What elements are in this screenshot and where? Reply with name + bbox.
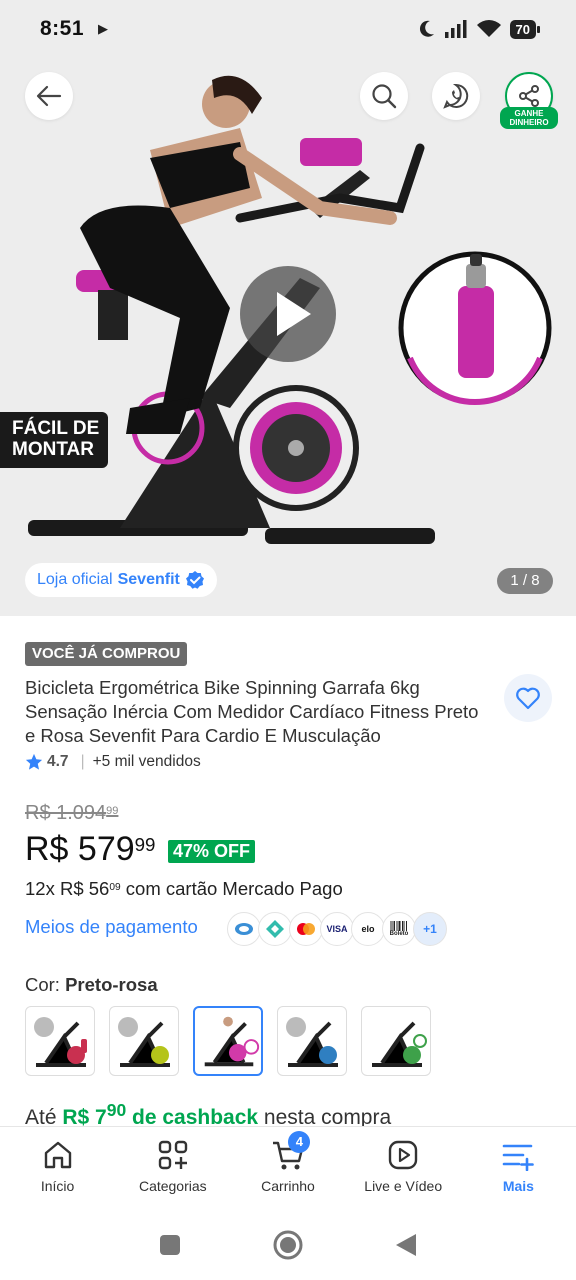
nav-live-video[interactable]: Live e Vídeo	[346, 1127, 461, 1210]
arrow-left-icon	[36, 85, 62, 107]
heart-icon	[516, 687, 540, 710]
boleto-label: Boleto	[389, 931, 409, 937]
nav-cart-label: Carrinho	[261, 1178, 315, 1194]
favorite-button[interactable]	[504, 674, 552, 722]
cashback-amount-cents: 90	[106, 1100, 127, 1120]
nav-more[interactable]: Mais	[461, 1127, 576, 1210]
share-icon	[519, 85, 539, 107]
image-counter: 1 / 8	[497, 568, 553, 594]
rating-score: 4.7	[47, 753, 69, 770]
nav-live-video-label: Live e Vídeo	[364, 1178, 443, 1194]
installment-amount: 12x R$ 56	[25, 878, 110, 899]
original-price: R$ 1.09499	[25, 802, 118, 825]
nav-cart[interactable]: 4 Carrinho	[230, 1127, 345, 1210]
color-option[interactable]	[361, 1006, 431, 1076]
play-video-button[interactable]	[240, 266, 336, 362]
original-price-main: R$ 1.094	[25, 802, 107, 824]
visa-icon: VISA	[320, 912, 354, 946]
bike-thumbnail	[34, 1017, 87, 1067]
original-price-cents: 99	[106, 804, 119, 817]
menu-plus-icon	[503, 1144, 535, 1171]
verified-icon	[185, 571, 204, 589]
product-gallery[interactable]: GANHE DINHEIRO FÁCIL DE MONTAR Loja ofic…	[0, 58, 576, 616]
recent-apps-icon[interactable]	[158, 1233, 182, 1257]
wifi-icon	[476, 20, 501, 37]
star-icon	[25, 753, 43, 770]
whatsapp-button[interactable]	[432, 72, 480, 120]
status-time: 8:51	[40, 17, 85, 40]
back-triangle-icon[interactable]	[394, 1232, 418, 1258]
nav-home-label: Início	[40, 1178, 75, 1194]
bike-thumbnail	[204, 1016, 260, 1067]
earn-money-badge: GANHE DINHEIRO	[500, 107, 558, 129]
home-icon	[44, 1141, 71, 1169]
color-swatches	[25, 1006, 431, 1076]
bank-card-icon	[227, 912, 261, 946]
purchased-badge: VOCÊ JÁ COMPROU	[25, 642, 188, 666]
visa-label: VISA	[326, 924, 348, 934]
status-bar: 8:51 ▶ 70	[0, 0, 576, 58]
current-price: R$ 57999	[25, 830, 155, 869]
whatsapp-icon	[443, 83, 469, 109]
sold-count: +5 mil vendidos	[92, 753, 201, 770]
elo-icon: elo	[351, 912, 385, 946]
selected-color-value: Preto-rosa	[65, 974, 158, 995]
nav-categories[interactable]: Categorias	[115, 1127, 230, 1210]
elo-label: elo	[361, 924, 375, 934]
nav-more-label: Mais	[502, 1178, 534, 1194]
do-not-disturb-icon	[419, 20, 434, 37]
video-icon	[389, 1140, 418, 1170]
search-button[interactable]	[360, 72, 408, 120]
bottom-navigation: Início Categorias 4 Carrinho Live e Víde…	[0, 1126, 576, 1210]
bike-thumbnail	[286, 1017, 338, 1067]
store-prefix: Loja oficial	[37, 571, 113, 588]
back-button[interactable]	[25, 72, 73, 120]
mastercard-icon	[289, 912, 323, 946]
easy-assembly-label: FÁCIL DE MONTAR	[0, 412, 108, 468]
share-earn-button[interactable]: GANHE DINHEIRO	[500, 72, 558, 134]
boleto-icon: Boleto	[382, 912, 416, 946]
search-icon	[372, 84, 397, 109]
payment-methods-icons[interactable]: VISA elo Boleto +1	[227, 912, 447, 946]
color-option[interactable]	[277, 1006, 347, 1076]
system-navigation	[0, 1210, 576, 1280]
installments: 12x R$ 5609 com cartão Mercado Pago	[25, 878, 343, 900]
rating-row[interactable]: 4.7 | +5 mil vendidos	[25, 753, 201, 771]
current-price-cents: 99	[134, 833, 156, 855]
product-title: Bicicleta Ergométrica Bike Spinning Garr…	[25, 677, 479, 746]
installment-cents: 09	[109, 881, 121, 893]
color-option[interactable]	[109, 1006, 179, 1076]
installment-text: com cartão Mercado Pago	[120, 878, 343, 899]
payment-methods-link[interactable]: Meios de pagamento	[25, 916, 198, 938]
bike-thumbnail	[372, 1021, 427, 1067]
store-name: Sevenfit	[117, 571, 180, 588]
color-selector-label: Cor: Preto-rosa	[25, 974, 158, 996]
signal-icon	[444, 20, 467, 38]
bike-thumbnail	[118, 1017, 170, 1067]
media-playing-icon: ▶	[98, 21, 109, 36]
home-circle-icon[interactable]	[272, 1229, 304, 1261]
rating-separator: |	[80, 753, 85, 770]
color-label: Cor:	[25, 974, 60, 995]
nav-categories-label: Categorias	[138, 1178, 207, 1194]
categories-icon	[158, 1140, 187, 1170]
pix-icon	[258, 912, 292, 946]
color-option[interactable]	[25, 1006, 95, 1076]
nav-home[interactable]: Início	[0, 1127, 115, 1210]
cart-count-badge: 4	[288, 1131, 311, 1153]
current-price-main: R$ 579	[25, 830, 135, 868]
discount-badge: 47% OFF	[168, 840, 256, 863]
product-page: 8:51 ▶ 70 GANHE DINHEIRO FÁCIL DE MONTAR…	[0, 0, 576, 1280]
official-store-badge[interactable]: Loja oficial Sevenfit	[25, 563, 217, 597]
color-option-selected[interactable]	[193, 1006, 263, 1076]
battery-indicator: 70	[509, 19, 541, 39]
more-payment-methods: +1	[413, 912, 447, 946]
